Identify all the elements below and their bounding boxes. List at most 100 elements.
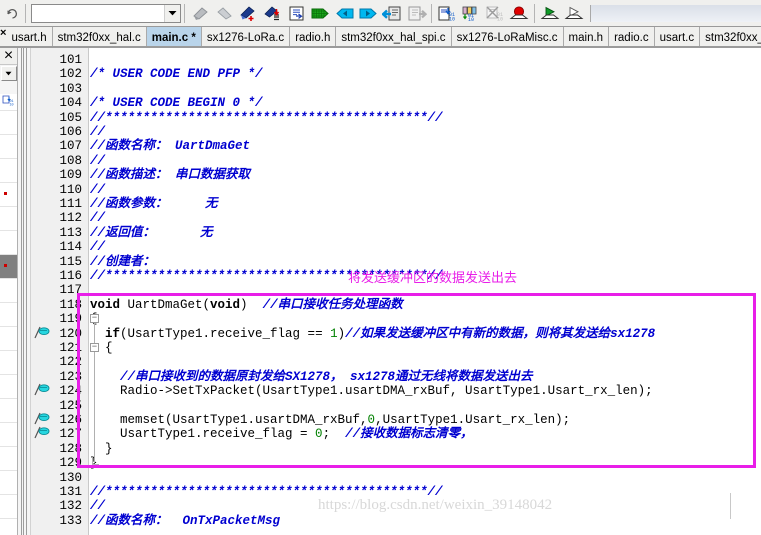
- code-line[interactable]: //函数名称： UartDmaGet: [90, 139, 250, 153]
- project-tree-rows[interactable]: 01 10: [0, 94, 17, 535]
- line-number: 130: [59, 470, 82, 485]
- prev-bookmark-icon[interactable]: [332, 2, 356, 25]
- bookmark-marker-icon[interactable]: [34, 383, 54, 397]
- list-item[interactable]: [0, 495, 17, 519]
- line-number: 127: [59, 427, 82, 442]
- tab-stm32f0xx-it-c[interactable]: stm32f0xx_it.c: [700, 27, 761, 46]
- code-line[interactable]: void UartDmaGet(void) //串口接收任务处理函数: [90, 298, 403, 312]
- code-line[interactable]: Radio->SetTxPacket(UsartType1.usartDMA_r…: [90, 384, 653, 398]
- list-item[interactable]: [0, 111, 17, 135]
- bookmark-marker-icon[interactable]: [34, 426, 54, 440]
- insert-indent-icon[interactable]: [188, 2, 212, 25]
- code-line[interactable]: //函数名称： OnTxPacketMsg: [90, 514, 280, 528]
- list-item[interactable]: [0, 159, 17, 183]
- list-item[interactable]: [0, 231, 17, 255]
- code-text-area[interactable]: /* USER CODE END PFP */ /* USER CODE BEGI…: [90, 48, 761, 535]
- configure-group-icon[interactable]: 01 10: [459, 2, 483, 25]
- code-line[interactable]: //: [90, 240, 105, 254]
- list-item-selected[interactable]: [0, 255, 17, 279]
- code-line[interactable]: //**************************************…: [90, 111, 443, 125]
- next-bookmark-icon[interactable]: [356, 2, 380, 25]
- line-number: 111: [59, 197, 82, 211]
- tab-main-h[interactable]: main.h: [564, 27, 610, 46]
- list-item[interactable]: 01 10: [0, 94, 17, 111]
- code-line[interactable]: //: [90, 499, 105, 513]
- code-line[interactable]: //: [90, 211, 105, 225]
- bookmark-marker-icon[interactable]: [34, 326, 54, 340]
- line-number: 105: [59, 110, 82, 125]
- code-line[interactable]: //: [90, 183, 105, 197]
- list-item[interactable]: [0, 135, 17, 159]
- tab-usart-h[interactable]: usart.h: [6, 27, 53, 46]
- list-item[interactable]: [0, 399, 17, 423]
- line-number: 131: [59, 485, 82, 499]
- line-number-gutter[interactable]: 101 102 103 104 105 106 107 108 109 110 111 112 113 1…: [31, 48, 89, 535]
- insert-bookmark-icon[interactable]: [236, 2, 260, 25]
- list-item[interactable]: [0, 375, 17, 399]
- project-pane-close[interactable]: ×: [0, 47, 17, 65]
- line-number: 112: [59, 211, 82, 226]
- tab-usart-c[interactable]: usart.c: [655, 27, 701, 46]
- line-number: 104: [59, 96, 82, 111]
- code-line[interactable]: //: [90, 125, 105, 139]
- line-number: 128: [59, 441, 82, 456]
- fold-toggle[interactable]: −: [90, 343, 99, 352]
- find-combo-box[interactable]: [31, 3, 181, 23]
- bookmark-marker-icon[interactable]: [34, 412, 54, 426]
- code-line[interactable]: if(UsartType1.receive_flag == 1)//如果发送缓冲…: [90, 327, 655, 341]
- fold-toggle[interactable]: −: [90, 314, 99, 324]
- chevron-down-icon[interactable]: [0, 66, 17, 81]
- list-item[interactable]: [0, 447, 17, 471]
- comment-block-icon[interactable]: [308, 2, 332, 25]
- list-item[interactable]: [0, 471, 17, 495]
- chevron-down-icon[interactable]: [164, 4, 180, 22]
- run-to-cursor-icon[interactable]: [562, 2, 586, 25]
- line-number: 133: [59, 513, 82, 528]
- list-item[interactable]: [0, 303, 17, 327]
- code-editor[interactable]: 101 102 103 104 105 106 107 108 109 110 111 112 113 1…: [18, 48, 761, 535]
- toolbar-separator-2: [184, 3, 185, 23]
- list-item[interactable]: [0, 183, 17, 207]
- disable-breakpoints-icon[interactable]: 01 10: [483, 2, 507, 25]
- insert-breakpoint-icon[interactable]: [507, 2, 531, 25]
- code-line[interactable]: /* USER CODE END PFP */: [90, 67, 263, 81]
- line-number: 108: [59, 153, 82, 168]
- tab-radio-h[interactable]: radio.h: [290, 27, 337, 46]
- start-debug-icon[interactable]: [538, 2, 562, 25]
- line-number: 114: [59, 240, 82, 255]
- reload-icon[interactable]: [2, 3, 22, 23]
- configure-file-icon[interactable]: 01 10: [435, 2, 459, 25]
- code-line[interactable]: //串口接收到的数据原封发给SX1278， sx1278通过无线将数据发送出去: [90, 370, 533, 384]
- code-line[interactable]: UsartType1.receive_flag = 0; //接收数据标志清零，: [90, 427, 473, 441]
- tab-radio-c[interactable]: radio.c: [609, 27, 655, 46]
- code-line[interactable]: //函数描述： 串口数据获取: [90, 168, 250, 182]
- tab-stm32f0xx-hal-c[interactable]: stm32f0xx_hal.c: [53, 27, 147, 46]
- code-line[interactable]: //函数参数： 无: [90, 197, 218, 211]
- list-item[interactable]: [0, 207, 17, 231]
- line-number: 116: [59, 269, 82, 283]
- tab-sx1276-loramisc-c[interactable]: sx1276-LoRaMisc.c: [452, 27, 564, 46]
- line-number: 123: [59, 369, 82, 384]
- code-line[interactable]: memset(UsartType1.usartDMA_rxBuf,0,Usart…: [90, 413, 570, 427]
- code-line[interactable]: //返回值： 无: [90, 226, 213, 240]
- remove-indent-icon[interactable]: [212, 2, 236, 25]
- line-number: 125: [59, 398, 82, 413]
- list-item[interactable]: [0, 351, 17, 375]
- list-item[interactable]: [0, 423, 17, 447]
- list-item[interactable]: [0, 327, 17, 351]
- modified-dot: [4, 264, 7, 267]
- bookmark-list-icon[interactable]: [284, 2, 308, 25]
- tab-sx1276-lora-c[interactable]: sx1276-LoRa.c: [202, 27, 291, 46]
- code-line[interactable]: //创建者：: [90, 255, 155, 269]
- tab-main-c[interactable]: main.c *: [146, 27, 202, 46]
- code-line[interactable]: //: [90, 154, 105, 168]
- clear-bookmark-icon[interactable]: [260, 2, 284, 25]
- line-number: 122: [59, 355, 82, 370]
- editor-split-grip[interactable]: [18, 48, 31, 535]
- tab-stm32f0xx-hal-spi-c[interactable]: stm32f0xx_hal_spi.c: [336, 27, 452, 46]
- code-line[interactable]: /* USER CODE BEGIN 0 */: [90, 96, 263, 110]
- list-item[interactable]: [0, 279, 17, 303]
- line-number: 124: [59, 384, 82, 399]
- go-forward-icon[interactable]: [404, 2, 428, 25]
- go-back-icon[interactable]: [380, 2, 404, 25]
